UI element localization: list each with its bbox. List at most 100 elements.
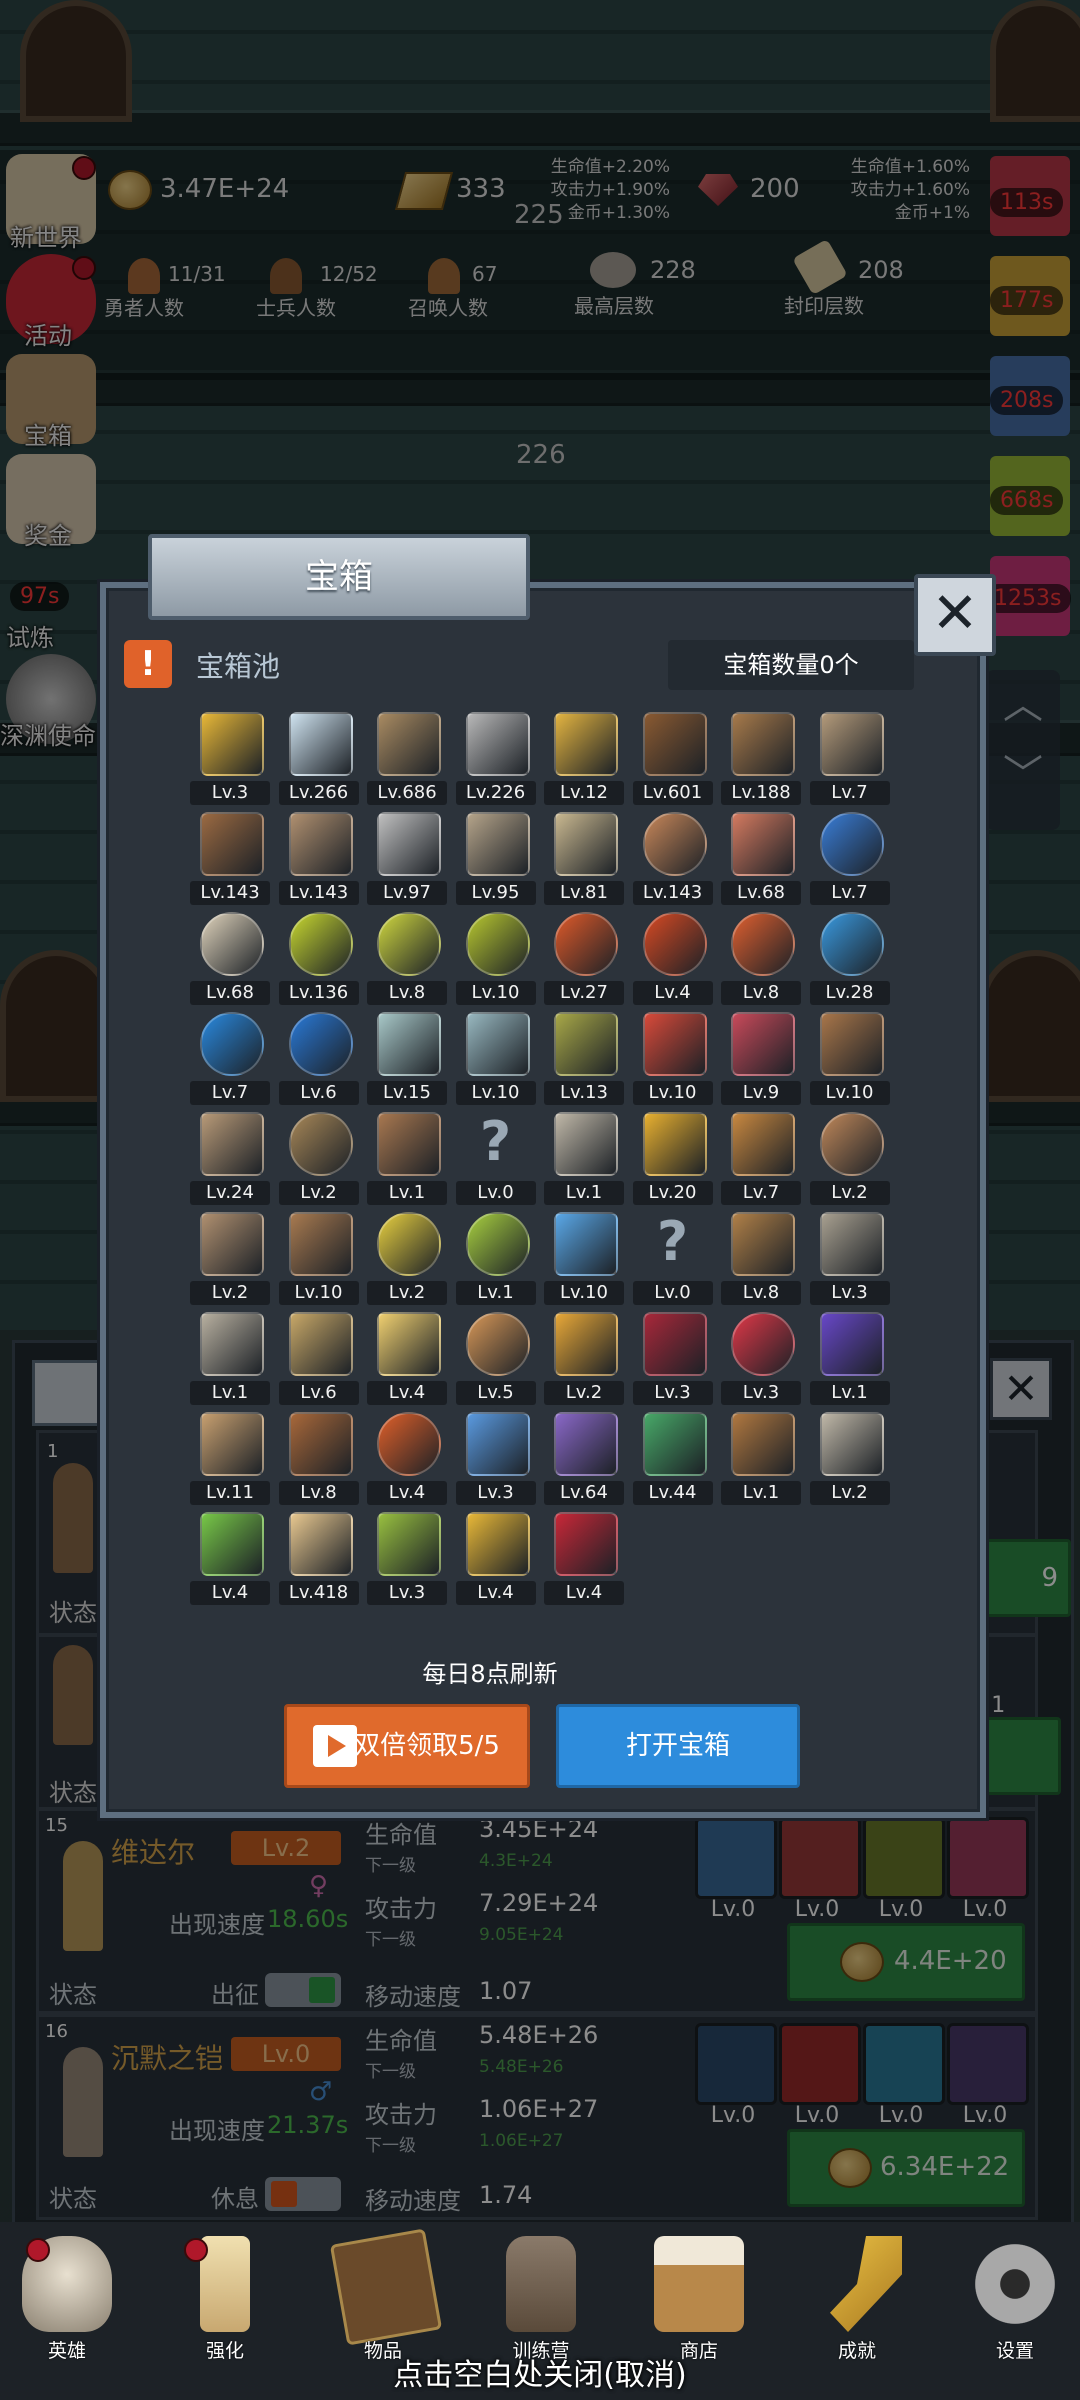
chest-item[interactable]: Lv.601 (629, 706, 717, 806)
chest-item[interactable]: Lv.8 (717, 906, 805, 1006)
nav-achievements[interactable]: 成就 (802, 2236, 912, 2366)
chest-item[interactable]: Lv.3 (717, 1306, 805, 1406)
emblem-icon (642, 1412, 707, 1476)
red-vial-icon (642, 1012, 707, 1076)
chest-item[interactable]: Lv.24 (186, 1106, 274, 1206)
chest-item[interactable]: Lv.4 (186, 1506, 274, 1606)
chest-item[interactable]: Lv.226 (452, 706, 540, 806)
open-chest-button[interactable]: 打开宝箱 (556, 1704, 800, 1788)
item-level: Lv.3 (367, 1581, 447, 1605)
chest-item[interactable]: Lv.143 (275, 806, 363, 906)
chest-item[interactable]: Lv.1 (452, 1206, 540, 1306)
vine-icon (377, 1512, 441, 1576)
nav-items[interactable]: 物品 (328, 2228, 443, 2366)
chest-item[interactable]: Lv.9 (717, 1006, 805, 1106)
chest-item[interactable]: Lv.2 (275, 1106, 363, 1206)
chest-item[interactable]: Lv.3 (629, 1306, 717, 1406)
chest-item[interactable]: Lv.418 (275, 1506, 363, 1606)
double-claim-button[interactable]: 双倍领取5/5 (284, 1704, 530, 1788)
item-level: Lv.1 (455, 1281, 536, 1305)
chest-item[interactable]: Lv.6 (275, 1006, 363, 1106)
unknown-icon: ? (479, 1110, 512, 1173)
chest-item[interactable]: Lv.266 (275, 706, 363, 806)
short-sword-icon (554, 1112, 618, 1176)
chest-item[interactable]: Lv.2 (363, 1206, 451, 1306)
chest-item[interactable]: Lv.10 (629, 1006, 717, 1106)
chest-item[interactable]: Lv.20 (629, 1106, 717, 1206)
nav-settings[interactable]: 设置 (960, 2236, 1070, 2366)
chest-item[interactable]: Lv.136 (275, 906, 363, 1006)
chest-item[interactable]: Lv.4 (452, 1506, 540, 1606)
chest-item[interactable]: ? Lv.0 (452, 1106, 540, 1206)
chest-item[interactable]: Lv.68 (717, 806, 805, 906)
chest-item[interactable]: Lv.3 (806, 1206, 894, 1306)
chest-item[interactable]: Lv.4 (629, 906, 717, 1006)
chest-item[interactable]: Lv.81 (540, 806, 628, 906)
chest-item[interactable]: Lv.97 (363, 806, 451, 906)
chest-item[interactable]: Lv.1 (363, 1106, 451, 1206)
chest-item[interactable]: Lv.4 (363, 1306, 451, 1406)
chest-item[interactable]: Lv.15 (363, 1006, 451, 1106)
chest-item[interactable]: Lv.2 (806, 1406, 894, 1506)
chest-item[interactable]: Lv.8 (363, 906, 451, 1006)
chest-item[interactable]: Lv.3 (452, 1406, 540, 1506)
chest-item[interactable]: Lv.10 (452, 906, 540, 1006)
chest-item[interactable]: Lv.2 (186, 1206, 274, 1306)
chest-item[interactable]: Lv.686 (363, 706, 451, 806)
leather-armor-icon (642, 712, 707, 776)
chest-item[interactable]: Lv.7 (717, 1106, 805, 1206)
chest-item[interactable]: Lv.4 (363, 1406, 451, 1506)
chest-item[interactable]: Lv.7 (186, 1006, 274, 1106)
chest-item[interactable]: Lv.68 (186, 906, 274, 1006)
chest-item[interactable]: Lv.10 (540, 1206, 628, 1306)
chest-item[interactable]: Lv.12 (540, 706, 628, 806)
item-level: Lv.601 (632, 781, 713, 805)
close-hint[interactable]: 点击空白处关闭(取消) (0, 2350, 1080, 2394)
nav-training-camp[interactable]: 训练营 (486, 2236, 596, 2366)
item-level: Lv.5 (455, 1381, 536, 1405)
chest-item[interactable]: Lv.28 (806, 906, 894, 1006)
chest-item[interactable]: Lv.3 (186, 706, 274, 806)
backpack-icon (731, 1212, 795, 1276)
chest-item[interactable]: Lv.2 (540, 1306, 628, 1406)
blue-potion-icon (288, 1012, 353, 1076)
chest-item[interactable]: Lv.1 (717, 1406, 805, 1506)
chest-item[interactable]: Lv.8 (275, 1406, 363, 1506)
chest-item[interactable]: Lv.1 (186, 1306, 274, 1406)
chest-item[interactable]: Lv.4 (540, 1506, 628, 1606)
chest-item[interactable]: Lv.1 (540, 1106, 628, 1206)
modal-close-button[interactable]: ✕ (914, 574, 996, 656)
key-icon (830, 2236, 902, 2332)
item-level: Lv.68 (721, 881, 801, 905)
chest-item[interactable]: Lv.2 (806, 1106, 894, 1206)
chest-item[interactable]: ? Lv.0 (629, 1206, 717, 1306)
chest-item[interactable]: Lv.6 (275, 1306, 363, 1406)
item-level: Lv.2 (544, 1381, 624, 1405)
chest-item[interactable]: Lv.11 (186, 1406, 274, 1506)
chest-item[interactable]: Lv.5 (452, 1306, 540, 1406)
item-level: Lv.7 (809, 881, 890, 905)
chest-item[interactable]: Lv.143 (629, 806, 717, 906)
chest-item[interactable]: Lv.3 (363, 1506, 451, 1606)
item-level: Lv.15 (367, 1081, 447, 1105)
green-wand-icon (200, 1512, 264, 1576)
nav-heroes[interactable]: 英雄 (12, 2236, 122, 2366)
chest-item[interactable]: Lv.27 (540, 906, 628, 1006)
chest-item[interactable]: Lv.7 (806, 706, 894, 806)
hammer-icon (465, 812, 530, 876)
nav-shop[interactable]: 商店 (644, 2236, 754, 2366)
chest-item[interactable]: Lv.143 (186, 806, 274, 906)
chest-item[interactable]: Lv.7 (806, 806, 894, 906)
nav-enhance[interactable]: 强化 (170, 2236, 280, 2366)
chest-item[interactable]: Lv.10 (806, 1006, 894, 1106)
chest-item[interactable]: Lv.1 (806, 1306, 894, 1406)
chest-item[interactable]: Lv.95 (452, 806, 540, 906)
chest-item[interactable]: Lv.64 (540, 1406, 628, 1506)
chest-item[interactable]: Lv.188 (717, 706, 805, 806)
chest-item[interactable]: Lv.10 (452, 1006, 540, 1106)
chest-item[interactable]: Lv.44 (629, 1406, 717, 1506)
chest-item[interactable]: Lv.8 (717, 1206, 805, 1306)
chest-item[interactable]: Lv.13 (540, 1006, 628, 1106)
item-level: Lv.95 (455, 881, 536, 905)
chest-item[interactable]: Lv.10 (275, 1206, 363, 1306)
